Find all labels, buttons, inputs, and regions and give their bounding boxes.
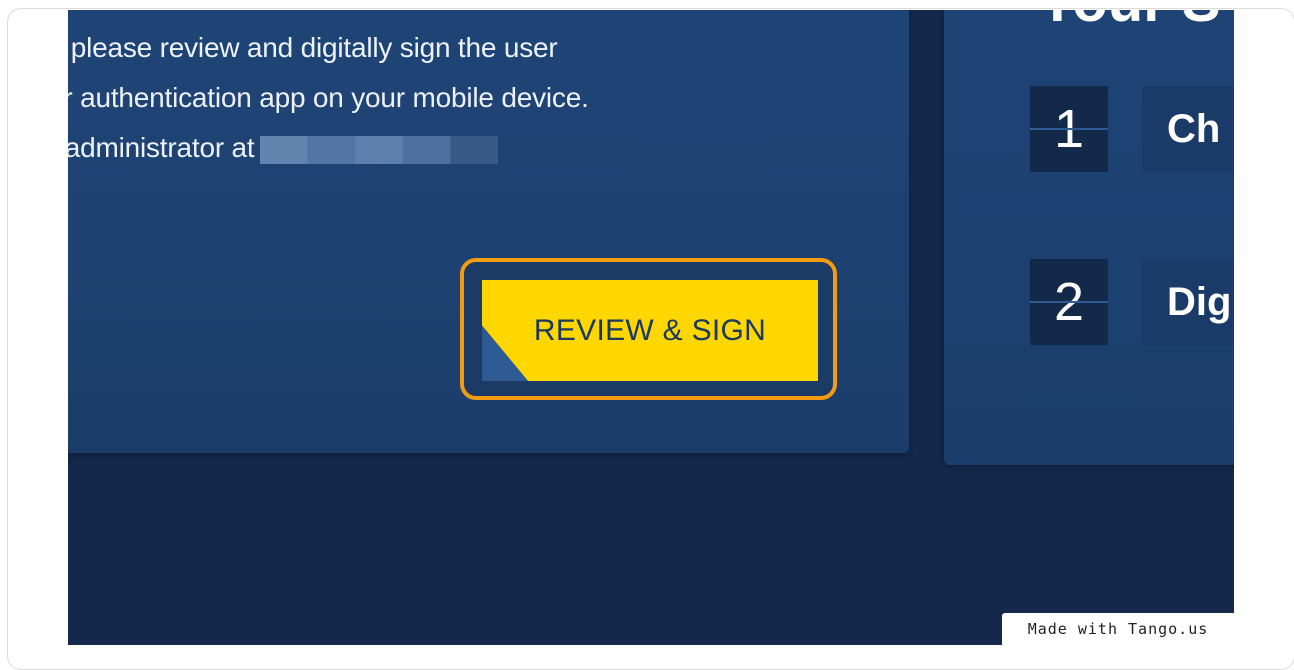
tango-watermark[interactable]: Made with Tango.us xyxy=(1002,613,1234,645)
step-2-label: Dig xyxy=(1142,259,1234,345)
contact-admin-text: r administrator at xyxy=(68,132,255,163)
steps-heading: Your S xyxy=(1038,10,1221,35)
redacted-email xyxy=(260,135,499,164)
instruction-line-1: r, please review and digitally sign the … xyxy=(68,32,558,63)
instruction-line-3: r administrator at xyxy=(68,132,499,164)
step-1-label: Ch xyxy=(1142,86,1234,172)
step-1-number: 1 xyxy=(1030,86,1108,172)
step-2-number: 2 xyxy=(1030,259,1108,345)
review-and-sign-button[interactable]: REVIEW & SIGN xyxy=(482,280,818,381)
steps-card: Your S 1 Ch 2 Dig xyxy=(944,10,1234,465)
app-screenshot: r, please review and digitally sign the … xyxy=(68,10,1234,645)
instruction-line-2: er authentication app on your mobile dev… xyxy=(68,82,589,113)
